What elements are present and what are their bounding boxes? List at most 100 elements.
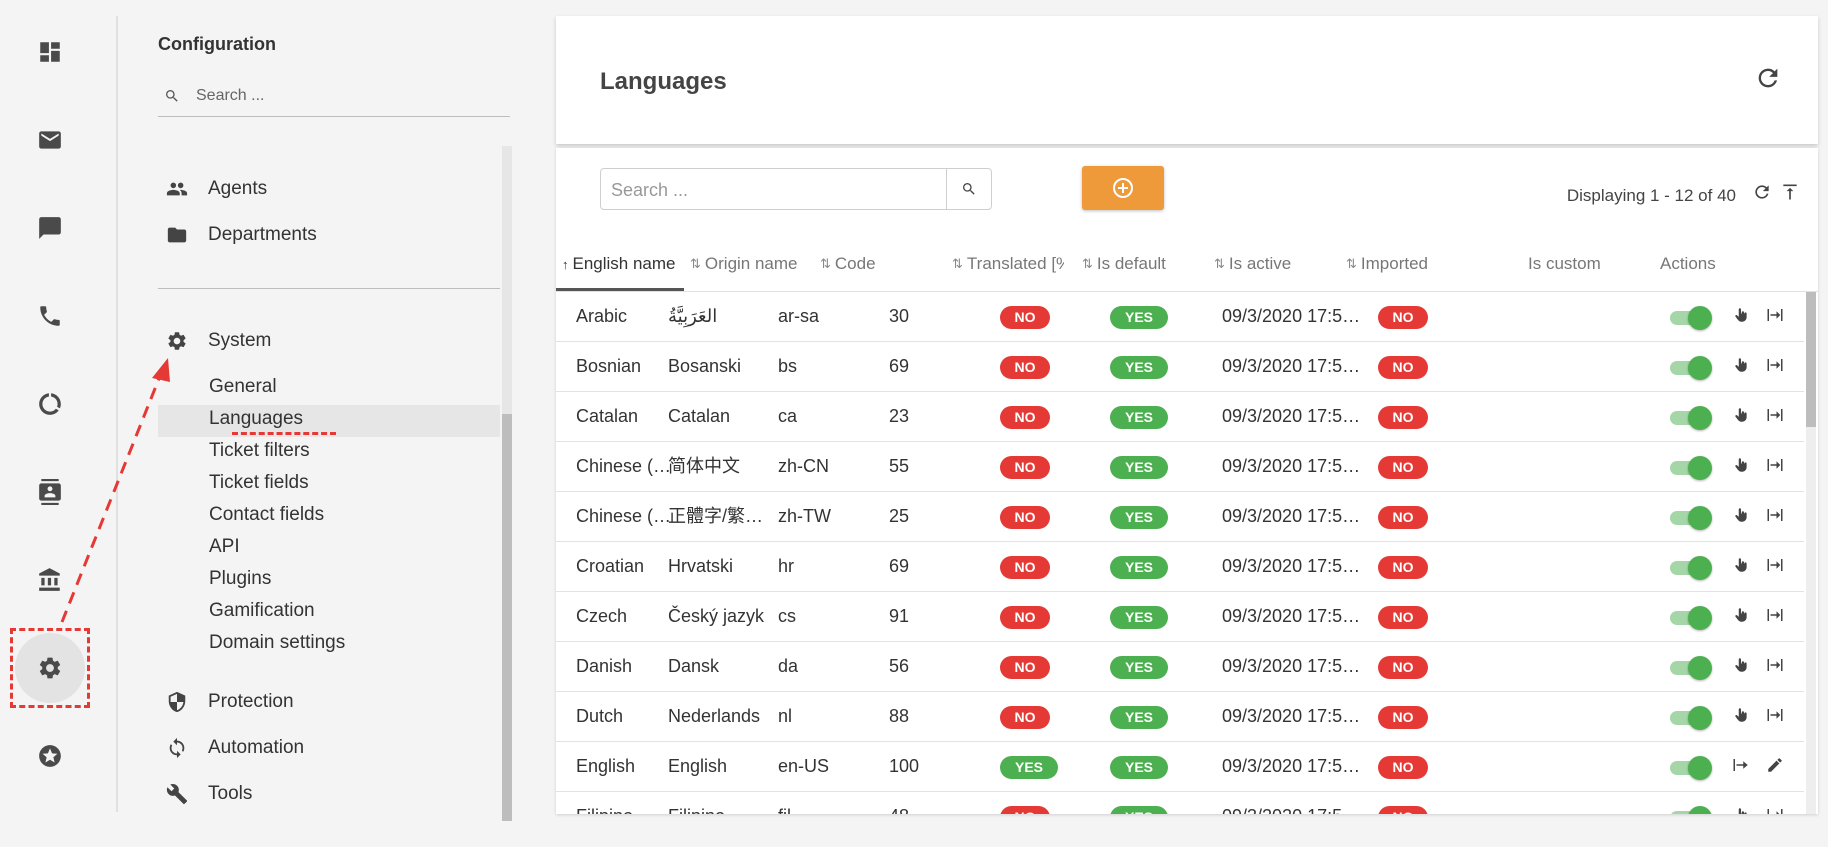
sidebar-item-label: Agents bbox=[208, 178, 268, 199]
row-action-1-button[interactable] bbox=[1732, 606, 1754, 628]
row-action-1-button[interactable] bbox=[1732, 506, 1754, 528]
row-action-2-button[interactable] bbox=[1766, 406, 1788, 428]
enabled-toggle[interactable] bbox=[1670, 606, 1712, 630]
row-action-2-button[interactable] bbox=[1766, 456, 1788, 478]
column-header-imported[interactable]: ⇅ Imported bbox=[1346, 254, 1428, 274]
sidebar-item-departments[interactable]: Departments bbox=[166, 224, 317, 246]
refresh-icon bbox=[1758, 68, 1778, 88]
toggle-knob bbox=[1688, 306, 1712, 330]
reports-icon[interactable] bbox=[14, 368, 86, 440]
is-default-badge: NO bbox=[1000, 356, 1050, 379]
search-icon bbox=[963, 183, 975, 195]
row-action-1-button[interactable] bbox=[1732, 306, 1754, 328]
column-header-is-active[interactable]: ⇅ Is active bbox=[1214, 254, 1291, 274]
row-action-2-button[interactable] bbox=[1766, 556, 1788, 578]
sidebar-subitem-ticket-filters[interactable]: Ticket filters bbox=[209, 440, 310, 462]
add-language-button[interactable] bbox=[1082, 166, 1164, 210]
row-action-1-button[interactable] bbox=[1732, 556, 1754, 578]
enabled-toggle[interactable] bbox=[1670, 556, 1712, 580]
cell-imported: 09/3/2020 17:56:… bbox=[1222, 506, 1362, 526]
enabled-toggle[interactable] bbox=[1670, 506, 1712, 530]
bank-icon[interactable] bbox=[14, 544, 86, 616]
enabled-toggle[interactable] bbox=[1670, 456, 1712, 480]
enabled-toggle[interactable] bbox=[1670, 756, 1712, 780]
row-action-2-button[interactable] bbox=[1766, 606, 1788, 628]
sidebar-item-tools[interactable]: Tools bbox=[166, 783, 252, 805]
table-row[interactable]: FilipinoFilipino fil48 NO YES 09/3/2020 17:5… bbox=[556, 792, 1804, 814]
sidebar-subitem-ticket-fields[interactable]: Ticket fields bbox=[209, 472, 309, 494]
phone-icon[interactable] bbox=[14, 280, 86, 352]
row-action-1-button[interactable] bbox=[1732, 806, 1754, 814]
cell-code: en-US bbox=[778, 756, 830, 776]
sidebar-item-agents[interactable]: Agents bbox=[166, 178, 267, 200]
grid-scrollbar-thumb[interactable] bbox=[1806, 292, 1816, 427]
sidebar-subitem-gamification[interactable]: Gamification bbox=[209, 600, 315, 622]
config-search-input[interactable]: Search ... bbox=[158, 76, 510, 117]
column-header-english-name[interactable]: ↑ English name bbox=[562, 254, 676, 274]
table-row[interactable]: Bosnian Bosanski bs 69 NO YES 09/3/2020 17:56:… bbox=[556, 342, 1804, 392]
toggle-knob bbox=[1688, 706, 1712, 730]
enabled-toggle[interactable] bbox=[1670, 806, 1712, 814]
mail-icon[interactable] bbox=[14, 104, 86, 176]
cell-english-name: Croatian bbox=[576, 556, 645, 576]
sidebar-item-system[interactable]: System bbox=[166, 330, 271, 352]
table-row[interactable]: Chinese (… 简体中文 zh-CN 55 NO YES 09/3/2020 17:5… bbox=[556, 442, 1804, 492]
enabled-toggle[interactable] bbox=[1670, 656, 1712, 680]
enabled-toggle[interactable] bbox=[1670, 356, 1712, 380]
row-action-2-button[interactable] bbox=[1766, 506, 1788, 528]
refresh-page-button[interactable] bbox=[1754, 64, 1784, 94]
table-row[interactable]: Dutch Nederlands nl 88 NO YES 09/3/2020 17:56:… bbox=[556, 692, 1804, 742]
sidebar-scrollbar-thumb[interactable] bbox=[502, 414, 512, 821]
chat-icon[interactable] bbox=[14, 192, 86, 264]
row-action-2-button[interactable] bbox=[1766, 656, 1788, 678]
contacts-icon[interactable] bbox=[14, 456, 86, 528]
column-header-code[interactable]: ⇅ Code bbox=[820, 254, 876, 274]
row-action-1-button[interactable] bbox=[1732, 756, 1754, 778]
refresh-grid-button[interactable] bbox=[1752, 182, 1774, 204]
row-action-2-button[interactable] bbox=[1766, 706, 1788, 728]
row-action-1-button[interactable] bbox=[1732, 356, 1754, 378]
column-header-is-default[interactable]: ⇅ Is default bbox=[1082, 254, 1166, 274]
enabled-toggle[interactable] bbox=[1670, 406, 1712, 430]
is-custom-badge: NO bbox=[1378, 806, 1428, 814]
table-row[interactable]: Czech Český jazyk cs 91 NO YES 09/3/2020 17:56… bbox=[556, 592, 1804, 642]
sidebar-subitem-api[interactable]: API bbox=[209, 536, 240, 558]
table-row[interactable]: English English en-US 100 YES YES 09/3/2020 17… bbox=[556, 742, 1804, 792]
grid-search-button[interactable] bbox=[946, 169, 991, 209]
table-row[interactable]: Danish Dansk da 56 NO YES 09/3/2020 17:56:… NO bbox=[556, 642, 1804, 692]
hand-icon bbox=[1735, 358, 1747, 372]
row-action-2-button[interactable] bbox=[1766, 756, 1788, 778]
row-action-1-button[interactable] bbox=[1732, 706, 1754, 728]
row-action-1-button[interactable] bbox=[1732, 456, 1754, 478]
sidebar-item-automation[interactable]: Automation bbox=[166, 737, 304, 759]
column-header-origin-name[interactable]: ⇅ Origin name bbox=[690, 254, 798, 274]
cell-origin-name: Nederlands bbox=[668, 706, 761, 726]
row-action-2-button[interactable] bbox=[1766, 306, 1788, 328]
import-icon bbox=[1767, 309, 1783, 321]
table-row[interactable]: Chinese (… 正體字/繁… zh-TW 25 NO YES 09/3/2020 17… bbox=[556, 492, 1804, 542]
sidebar-subitem-plugins[interactable]: Plugins bbox=[209, 568, 271, 590]
row-action-2-button[interactable] bbox=[1766, 806, 1788, 814]
row-action-2-button[interactable] bbox=[1766, 356, 1788, 378]
grid-search-input[interactable] bbox=[601, 169, 943, 211]
scroll-top-button[interactable] bbox=[1780, 182, 1802, 204]
column-header-translated[interactable]: ⇅Translated [%] bbox=[952, 254, 1064, 274]
cell-code: zh-CN bbox=[778, 456, 830, 476]
pencil-icon bbox=[1768, 758, 1782, 772]
star-icon[interactable] bbox=[14, 720, 86, 792]
sidebar-subitem-general[interactable]: General bbox=[209, 376, 277, 398]
row-action-1-button[interactable] bbox=[1732, 656, 1754, 678]
column-header-is-custom[interactable]: Is custom bbox=[1528, 254, 1601, 274]
dashboard-icon[interactable] bbox=[14, 16, 86, 88]
sidebar-subitem-domain-settings[interactable]: Domain settings bbox=[209, 632, 345, 654]
sidebar-subitem-languages[interactable]: Languages bbox=[209, 408, 303, 430]
enabled-toggle[interactable] bbox=[1670, 306, 1712, 330]
sidebar-item-protection[interactable]: Protection bbox=[166, 691, 294, 713]
table-row[interactable]: Croatian Hrvatski hr 69 NO YES 09/3/2020 17:56… bbox=[556, 542, 1804, 592]
enabled-toggle[interactable] bbox=[1670, 706, 1712, 730]
sidebar-subitem-contact-fields[interactable]: Contact fields bbox=[209, 504, 324, 526]
row-action-1-button[interactable] bbox=[1732, 406, 1754, 428]
table-row[interactable]: Catalan Catalan ca 23 NO YES 09/3/2020 17:56:…… bbox=[556, 392, 1804, 442]
cell-imported: 09/3/2020 17:56:… bbox=[1222, 556, 1362, 576]
table-row[interactable]: Arabic العَرَبِيَّةُ ar-sa 30 NO YES 09/3/2020… bbox=[556, 292, 1804, 342]
